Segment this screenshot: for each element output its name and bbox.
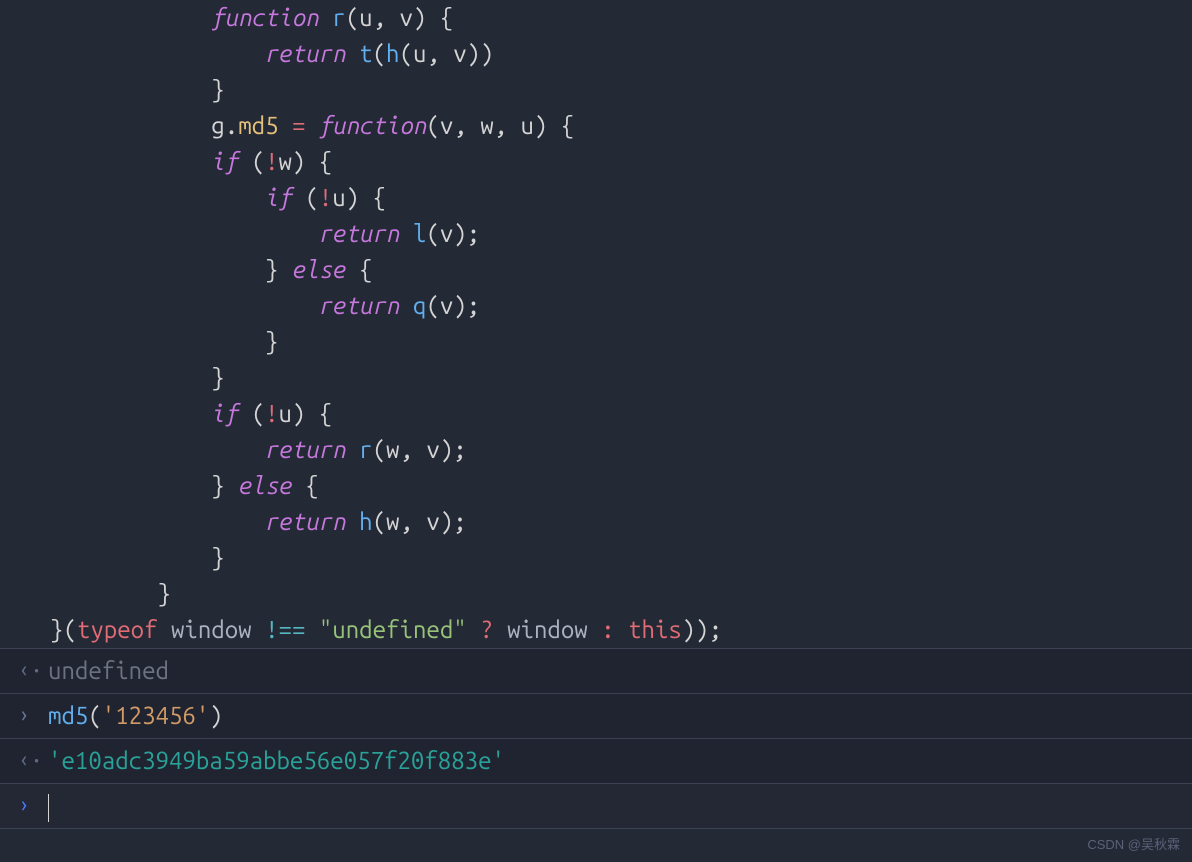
code-line[interactable]: } xyxy=(50,360,1192,396)
code-line[interactable]: return h(w, v); xyxy=(50,504,1192,540)
input-icon: › xyxy=(18,698,36,731)
code-line[interactable]: return t(h(u, v)) xyxy=(50,36,1192,72)
code-line[interactable]: function r(u, v) { xyxy=(50,0,1192,36)
console-content: undefined xyxy=(48,653,1174,689)
watermark: CSDN @吴秋霖 xyxy=(1087,835,1180,855)
code-line[interactable]: if (!w) { xyxy=(50,144,1192,180)
console[interactable]: ‹· undefined › md5('123456') ‹· 'e10adc3949ba… xyxy=(0,649,1192,829)
code-line[interactable]: } xyxy=(50,540,1192,576)
code-line[interactable]: if (!u) { xyxy=(50,396,1192,432)
console-line-in[interactable]: › md5('123456') xyxy=(0,694,1192,739)
output-icon: ‹· xyxy=(18,743,36,776)
console-content xyxy=(48,788,1174,824)
code-editor[interactable]: function r(u, v) { return t(h(u, v)) } g… xyxy=(0,0,1192,649)
code-line[interactable]: } else { xyxy=(50,468,1192,504)
output-icon: ‹· xyxy=(18,653,36,686)
code-line[interactable]: } else { xyxy=(50,252,1192,288)
code-line[interactable]: g.md5 = function(v, w, u) { xyxy=(50,108,1192,144)
code-line[interactable]: return q(v); xyxy=(50,288,1192,324)
code-line[interactable]: } xyxy=(50,576,1192,612)
console-content: md5('123456') xyxy=(48,698,1174,734)
code-line[interactable]: return r(w, v); xyxy=(50,432,1192,468)
code-line[interactable]: } xyxy=(50,324,1192,360)
code-line[interactable]: } xyxy=(50,72,1192,108)
code-line[interactable]: return l(v); xyxy=(50,216,1192,252)
console-content: 'e10adc3949ba59abbe56e057f20f883e' xyxy=(48,743,1174,779)
code-line[interactable]: }(typeof window !== "undefined" ? window… xyxy=(50,612,1192,648)
console-line-out: ‹· undefined xyxy=(0,649,1192,694)
cursor xyxy=(48,794,49,822)
code-line[interactable]: if (!u) { xyxy=(50,180,1192,216)
input-icon: › xyxy=(18,788,36,821)
console-line-prompt[interactable]: › xyxy=(0,784,1192,829)
console-line-out: ‹· 'e10adc3949ba59abbe56e057f20f883e' xyxy=(0,739,1192,784)
